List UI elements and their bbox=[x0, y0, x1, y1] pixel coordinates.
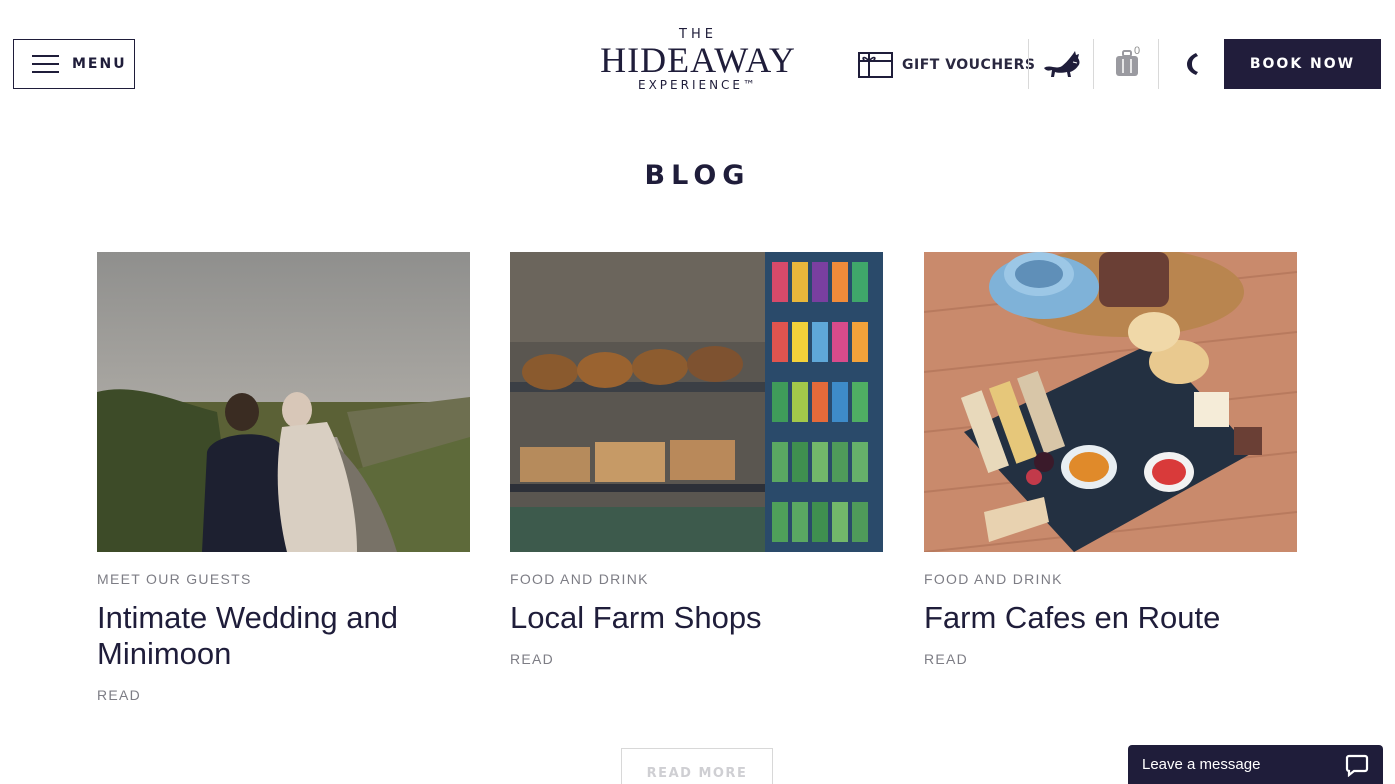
book-now-button[interactable]: BOOK NOW bbox=[1224, 39, 1381, 89]
site-logo[interactable]: THE HIDEAWAY EXPERIENCE™ bbox=[590, 27, 806, 93]
read-link[interactable]: READ bbox=[97, 687, 470, 703]
post-title-link[interactable]: Farm Cafes en Route bbox=[924, 600, 1297, 636]
post-category: FOOD AND DRINK bbox=[924, 571, 1063, 587]
header-divider bbox=[1028, 39, 1029, 89]
fox-icon bbox=[1044, 51, 1080, 77]
blog-card: FOOD AND DRINK Local Farm Shops READ bbox=[510, 252, 883, 667]
blog-card: FOOD AND DRINK Farm Cafes en Route READ bbox=[924, 252, 1297, 667]
menu-label: MENU bbox=[72, 56, 127, 72]
menu-button[interactable]: MENU bbox=[13, 39, 135, 89]
header-divider bbox=[1158, 39, 1159, 89]
menu-icon bbox=[32, 55, 59, 73]
read-link[interactable]: READ bbox=[510, 651, 883, 667]
blog-image-farm-shop[interactable] bbox=[510, 252, 883, 552]
chat-widget[interactable]: Leave a message bbox=[1128, 745, 1383, 784]
blog-image-farm-cafe[interactable] bbox=[924, 252, 1297, 552]
blog-card: MEET OUR GUESTS Intimate Wedding and Min… bbox=[97, 252, 470, 703]
post-category: FOOD AND DRINK bbox=[510, 571, 649, 587]
read-link[interactable]: READ bbox=[924, 651, 1297, 667]
blog-image-wedding[interactable] bbox=[97, 252, 470, 552]
phone-link[interactable] bbox=[1166, 39, 1218, 89]
gift-card-icon bbox=[858, 52, 893, 78]
header-divider bbox=[1093, 39, 1094, 89]
gift-vouchers-label: GIFT VOUCHERS bbox=[902, 57, 1036, 73]
read-more-button[interactable]: READ MORE bbox=[621, 748, 773, 784]
cart-link[interactable] bbox=[1101, 39, 1153, 89]
post-title-link[interactable]: Local Farm Shops bbox=[510, 600, 883, 636]
logo-main-text: HIDEAWAY bbox=[600, 40, 796, 80]
chat-label: Leave a message bbox=[1142, 756, 1261, 773]
cart-count-badge: 0 bbox=[1134, 45, 1141, 57]
page-title: BLOG bbox=[644, 160, 751, 191]
chat-bubble-icon bbox=[1345, 754, 1369, 777]
phone-icon bbox=[1187, 53, 1198, 75]
post-title-link[interactable]: Intimate Wedding and Minimoon bbox=[97, 600, 470, 672]
fox-link[interactable] bbox=[1036, 39, 1088, 89]
post-category: MEET OUR GUESTS bbox=[97, 571, 252, 587]
gift-vouchers-link[interactable]: GIFT VOUCHERS bbox=[858, 52, 1035, 78]
